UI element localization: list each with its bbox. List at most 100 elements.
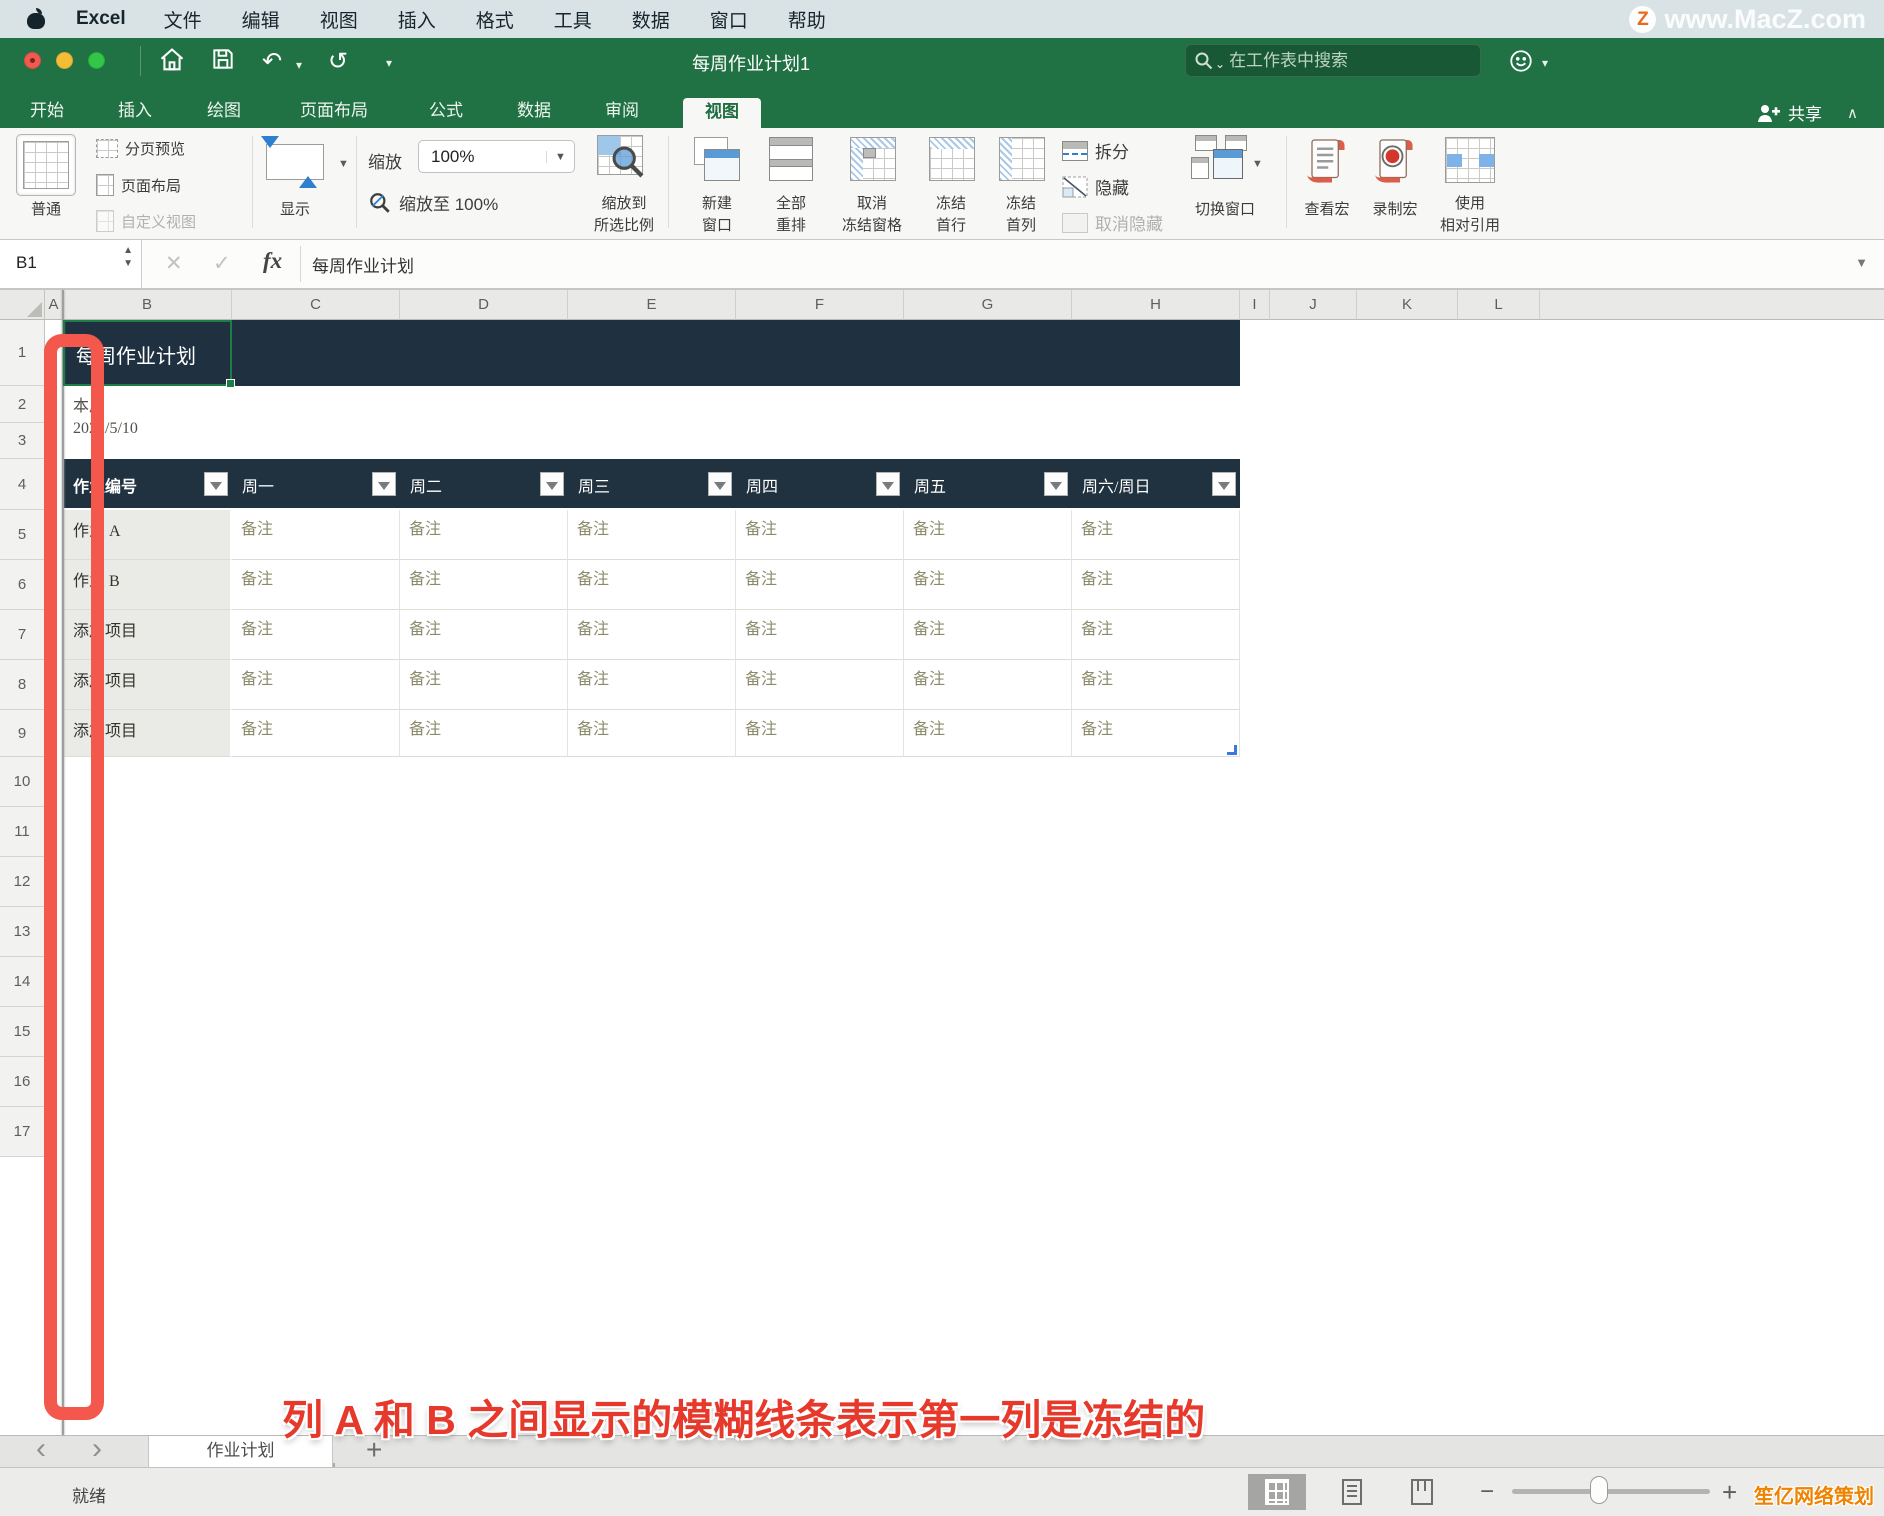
freeze-first-column-button[interactable] — [992, 135, 1050, 183]
note-cell[interactable]: 备注 — [736, 710, 904, 757]
worksheet-title-band[interactable]: 每周作业计划 — [63, 320, 1240, 386]
quick-access-dropdown-icon[interactable]: ▾ — [386, 56, 392, 70]
undo-dropdown-icon[interactable]: ▾ — [296, 58, 302, 72]
undo-icon[interactable]: ↶ — [262, 48, 282, 76]
table-header-cell[interactable]: 周五 — [904, 459, 1072, 508]
row-header[interactable]: 14 — [0, 957, 45, 1007]
page-layout-view-button[interactable]: 页面布局 — [96, 174, 181, 196]
switch-windows-button[interactable] — [1186, 135, 1258, 183]
tab-formulas[interactable]: 公式 — [429, 98, 463, 128]
show-button[interactable] — [266, 144, 324, 180]
note-cell[interactable]: 备注 — [736, 610, 904, 660]
column-header-i[interactable]: I — [1240, 290, 1270, 320]
column-header-j[interactable]: J — [1270, 290, 1357, 320]
note-cell[interactable]: 备注 — [232, 660, 400, 710]
formula-input[interactable]: 每周作业计划 — [312, 252, 414, 277]
new-window-button[interactable] — [688, 135, 746, 183]
unhide-button[interactable]: 取消隐藏 — [1062, 210, 1163, 235]
select-all-corner[interactable] — [0, 290, 45, 320]
note-cell[interactable]: 备注 — [232, 510, 400, 560]
note-cell[interactable]: 备注 — [568, 510, 736, 560]
table-header-cell[interactable]: 周四 — [736, 459, 904, 508]
row-header[interactable]: 6 — [0, 560, 45, 610]
note-cell[interactable]: 备注 — [736, 510, 904, 560]
tab-data[interactable]: 数据 — [517, 98, 551, 128]
zoom-slider-thumb[interactable] — [1590, 1476, 1608, 1504]
menu-view[interactable]: 视图 — [320, 6, 358, 33]
apple-menu-icon[interactable] — [26, 8, 46, 30]
table-header-cell[interactable]: 周二 — [400, 459, 568, 508]
column-header-g[interactable]: G — [904, 290, 1072, 320]
tab-insert[interactable]: 插入 — [118, 98, 152, 128]
note-cell[interactable]: 备注 — [400, 560, 568, 610]
statusbar-page-layout-button[interactable] — [1328, 1474, 1376, 1510]
show-dropdown-icon[interactable]: ▼ — [338, 158, 349, 170]
menu-file[interactable]: 文件 — [164, 6, 202, 33]
note-cell[interactable]: 备注 — [568, 560, 736, 610]
filter-dropdown-button[interactable] — [204, 472, 228, 496]
normal-view-button[interactable] — [16, 134, 76, 196]
filter-dropdown-button[interactable] — [1212, 472, 1236, 496]
filter-dropdown-button[interactable] — [1044, 472, 1068, 496]
column-header-e[interactable]: E — [568, 290, 736, 320]
formula-bar-expand-icon[interactable]: ▼ — [1855, 255, 1868, 270]
menu-insert[interactable]: 插入 — [398, 6, 436, 33]
zoom-100-button[interactable]: 缩放至 100% — [368, 190, 498, 215]
next-sheet-icon[interactable]: › — [92, 1432, 102, 1466]
note-cell[interactable]: 备注 — [1072, 560, 1240, 610]
prev-sheet-icon[interactable]: ‹ — [36, 1432, 46, 1466]
row-header[interactable]: 16 — [0, 1057, 45, 1107]
menu-edit[interactable]: 编辑 — [242, 6, 280, 33]
menu-excel[interactable]: Excel — [76, 8, 126, 30]
note-cell[interactable]: 备注 — [232, 710, 400, 757]
tab-draw[interactable]: 绘图 — [207, 98, 241, 128]
minimize-button[interactable] — [56, 52, 73, 69]
row-header[interactable]: 8 — [0, 660, 45, 710]
note-cell[interactable]: 备注 — [904, 710, 1072, 757]
note-cell[interactable]: 备注 — [568, 610, 736, 660]
table-header-cell[interactable]: 周六/周日 — [1072, 459, 1240, 508]
note-cell[interactable]: 备注 — [400, 510, 568, 560]
note-cell[interactable]: 备注 — [904, 510, 1072, 560]
arrange-all-button[interactable] — [762, 135, 820, 183]
note-cell[interactable]: 备注 — [400, 660, 568, 710]
share-button[interactable]: 共享 — [1756, 100, 1822, 125]
table-resize-handle[interactable] — [1227, 745, 1237, 755]
filter-dropdown-button[interactable] — [708, 472, 732, 496]
column-header-f[interactable]: F — [736, 290, 904, 320]
note-cell[interactable]: 备注 — [904, 660, 1072, 710]
feedback-smiley-icon[interactable] — [1508, 48, 1534, 79]
tab-review[interactable]: 审阅 — [605, 98, 639, 128]
search-input[interactable] — [1229, 51, 1449, 71]
ribbon-collapse-icon[interactable]: ∧ — [1847, 104, 1858, 122]
menu-format[interactable]: 格式 — [476, 6, 514, 33]
note-cell[interactable]: 备注 — [736, 660, 904, 710]
tab-home[interactable]: 开始 — [30, 98, 64, 128]
row-header[interactable]: 13 — [0, 907, 45, 957]
note-cell[interactable]: 备注 — [568, 660, 736, 710]
row-header[interactable]: 17 — [0, 1107, 45, 1157]
redo-icon[interactable]: ↺ — [328, 48, 348, 76]
row-header[interactable]: 12 — [0, 857, 45, 907]
row-header[interactable]: 11 — [0, 807, 45, 857]
close-button[interactable] — [24, 52, 41, 69]
row-header[interactable]: 9 — [0, 710, 45, 757]
page-break-preview-button[interactable]: 分页预览 — [96, 138, 185, 159]
zoom-in-button[interactable]: + — [1722, 1477, 1737, 1508]
note-cell[interactable]: 备注 — [1072, 510, 1240, 560]
note-cell[interactable]: 备注 — [400, 610, 568, 660]
zoom-to-selection-button[interactable] — [592, 135, 654, 183]
column-header-a[interactable]: A — [45, 290, 63, 320]
tab-view-active[interactable]: 视图 — [683, 98, 761, 128]
filter-dropdown-button[interactable] — [540, 472, 564, 496]
note-cell[interactable]: 备注 — [232, 610, 400, 660]
smiley-dropdown-icon[interactable]: ▾ — [1542, 56, 1548, 70]
note-cell[interactable]: 备注 — [232, 560, 400, 610]
fx-icon[interactable]: fx — [263, 248, 282, 274]
view-macros-button[interactable] — [1296, 135, 1358, 190]
table-header-cell[interactable]: 周三 — [568, 459, 736, 508]
hide-button[interactable]: 隐藏 — [1062, 174, 1129, 199]
filter-dropdown-button[interactable] — [876, 472, 900, 496]
zoom-out-button[interactable]: − — [1480, 1478, 1494, 1506]
tab-pagelayout[interactable]: 页面布局 — [300, 98, 368, 128]
